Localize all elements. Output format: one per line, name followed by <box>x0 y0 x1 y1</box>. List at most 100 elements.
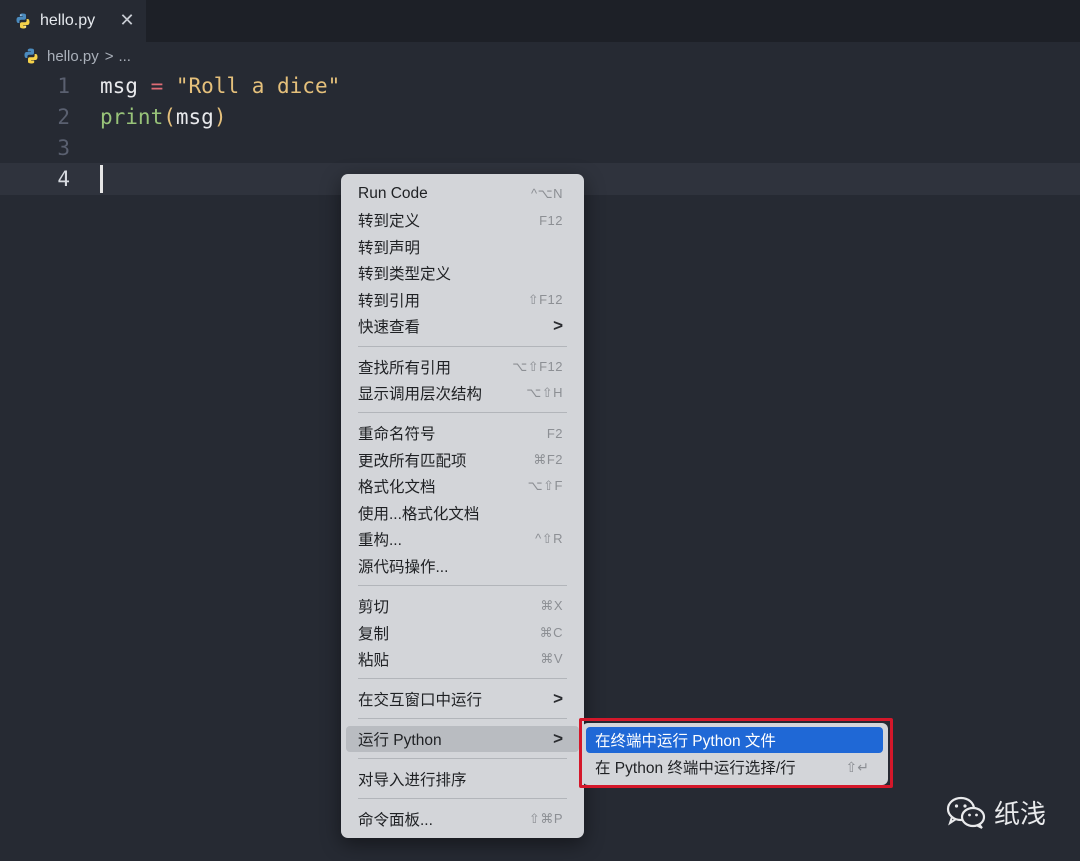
run-python-submenu: 在终端中运行 Python 文件 在 Python 终端中运行选择/行 ⇧↵ <box>582 723 888 785</box>
token-variable: msg <box>175 105 214 129</box>
chevron-right-icon: > <box>553 316 563 335</box>
menu-item-sort-imports[interactable]: 对导入进行排序 <box>346 766 579 792</box>
chevron-right-icon: > <box>553 729 563 748</box>
token-paren: ) <box>213 105 227 129</box>
menu-item-run-in-interactive-window[interactable]: 在交互窗口中运行 > <box>346 686 579 712</box>
menu-item-peek[interactable]: 快速查看 > <box>346 313 579 339</box>
menu-separator <box>358 346 567 347</box>
menu-separator <box>358 798 567 799</box>
code-text: msg = "Roll a dice" <box>100 70 340 102</box>
menu-item-cut[interactable]: 剪切 ⌘X <box>346 593 579 619</box>
menu-item-label: 转到引用 <box>358 293 421 310</box>
menu-item-label: 格式化文档 <box>358 479 436 496</box>
menu-item-label: 剪切 <box>358 599 390 616</box>
menu-item-show-call-hierarchy[interactable]: 显示调用层次结构 ⌥⇧H <box>346 380 579 406</box>
menu-separator <box>358 718 567 719</box>
breadcrumb-file[interactable]: hello.py <box>47 48 99 65</box>
menu-item-label: 对导入进行排序 <box>358 772 467 789</box>
code-line[interactable]: 2 print(msg) <box>0 101 1080 133</box>
watermark: 纸浅 <box>946 794 1046 831</box>
wechat-icon <box>946 796 986 829</box>
python-file-icon <box>16 13 30 29</box>
menu-item-label: 快速查看 <box>358 319 421 336</box>
menu-item-copy[interactable]: 复制 ⌘C <box>346 620 579 646</box>
token-string: "Roll a dice" <box>175 74 341 98</box>
menu-item-shortcut: F12 <box>539 212 563 228</box>
menu-item-shortcut: F2 <box>546 425 563 441</box>
menu-item-run-code[interactable]: Run Code ^⌥N <box>346 181 579 207</box>
menu-item-shortcut: ⌥⇧H <box>526 385 563 400</box>
menu-item-label: 在 Python 终端中运行选择/行 <box>595 760 796 777</box>
menu-item-label: 转到定义 <box>358 213 421 230</box>
token-function: print <box>100 105 164 129</box>
menu-separator <box>358 585 567 586</box>
submenu-item-run-selection-in-terminal[interactable]: 在 Python 终端中运行选择/行 ⇧↵ <box>586 754 883 780</box>
tab-hello-py[interactable]: hello.py ✕ <box>0 0 146 42</box>
menu-item-shortcut: ⌘F2 <box>533 452 563 467</box>
menu-item-label: 重命名符号 <box>358 426 436 443</box>
python-file-icon <box>24 48 38 64</box>
tab-bar: hello.py ✕ <box>0 0 1080 42</box>
text-cursor <box>100 165 103 193</box>
token-operator: = <box>137 74 176 98</box>
token-variable: msg <box>100 74 138 98</box>
line-number: 4 <box>57 167 70 191</box>
breadcrumb-more[interactable]: ... <box>118 48 131 65</box>
line-number: 1 <box>57 74 70 98</box>
menu-separator <box>358 758 567 759</box>
code-line[interactable]: 3 <box>0 132 1080 164</box>
close-icon[interactable]: ✕ <box>118 11 136 29</box>
breadcrumb: hello.py > ... <box>22 45 131 67</box>
context-menu: Run Code ^⌥N 转到定义 F12 转到声明 转到类型定义 转到引用 ⇧… <box>341 174 584 838</box>
menu-item-rename-symbol[interactable]: 重命名符号 F2 <box>346 420 579 446</box>
menu-item-refactor[interactable]: 重构... ^⇧R <box>346 526 579 552</box>
breadcrumb-separator: > <box>104 47 114 65</box>
menu-item-label: 使用...格式化文档 <box>358 506 480 523</box>
menu-item-go-to-references[interactable]: 转到引用 ⇧F12 <box>346 287 579 313</box>
line-number: 3 <box>57 136 70 160</box>
menu-item-go-to-definition[interactable]: 转到定义 F12 <box>346 207 579 233</box>
menu-item-shortcut: ⇧⌘P <box>528 811 563 826</box>
token-paren: ( <box>163 105 176 129</box>
menu-item-label: 查找所有引用 <box>358 360 452 377</box>
code-line[interactable]: 1 msg = "Roll a dice" <box>0 70 1080 102</box>
menu-separator <box>358 412 567 413</box>
menu-item-label: 更改所有匹配项 <box>358 453 467 470</box>
menu-item-change-all-occurrences[interactable]: 更改所有匹配项 ⌘F2 <box>346 447 579 473</box>
menu-item-source-action[interactable]: 源代码操作... <box>346 553 579 579</box>
menu-item-label: 转到类型定义 <box>358 266 452 283</box>
menu-item-go-to-declaration[interactable]: 转到声明 <box>346 234 579 260</box>
menu-item-shortcut: ⌥⇧F12 <box>512 359 563 374</box>
menu-item-label: 转到声明 <box>358 240 421 257</box>
menu-item-label: 粘贴 <box>358 652 390 669</box>
menu-item-label: 复制 <box>358 626 390 643</box>
menu-item-find-all-references[interactable]: 查找所有引用 ⌥⇧F12 <box>346 354 579 380</box>
menu-item-shortcut: ⌥⇧F <box>527 478 563 493</box>
submenu-item-run-file-in-terminal[interactable]: 在终端中运行 Python 文件 <box>586 727 883 753</box>
code-text: print(msg) <box>100 101 226 133</box>
menu-item-shortcut: ^⌥N <box>531 186 563 201</box>
menu-separator <box>358 678 567 679</box>
menu-item-shortcut: ⌘C <box>539 625 563 640</box>
menu-item-shortcut: ^⇧R <box>535 531 563 546</box>
menu-item-label: 重构... <box>358 532 402 549</box>
menu-item-shortcut: ⌘V <box>540 651 563 666</box>
menu-item-command-palette[interactable]: 命令面板... ⇧⌘P <box>346 806 579 832</box>
menu-item-label: 命令面板... <box>358 812 433 829</box>
menu-item-format-document-with[interactable]: 使用...格式化文档 <box>346 500 579 526</box>
menu-item-shortcut: ⇧↵ <box>845 758 869 775</box>
menu-item-label: 在终端中运行 Python 文件 <box>595 733 776 750</box>
watermark-text: 纸浅 <box>994 799 1047 829</box>
menu-item-format-document[interactable]: 格式化文档 ⌥⇧F <box>346 473 579 499</box>
menu-item-run-python[interactable]: 运行 Python > <box>346 726 579 752</box>
menu-item-go-to-type-definition[interactable]: 转到类型定义 <box>346 260 579 286</box>
line-number: 2 <box>57 105 70 129</box>
menu-item-label: 源代码操作... <box>358 559 449 576</box>
tab-label: hello.py <box>40 12 96 29</box>
menu-item-paste[interactable]: 粘贴 ⌘V <box>346 646 579 672</box>
menu-item-label: Run Code <box>358 185 428 202</box>
menu-item-shortcut: ⌘X <box>540 598 563 613</box>
chevron-right-icon: > <box>553 689 563 708</box>
menu-item-label: 在交互窗口中运行 <box>358 692 483 709</box>
menu-item-shortcut: ⇧F12 <box>527 292 563 307</box>
